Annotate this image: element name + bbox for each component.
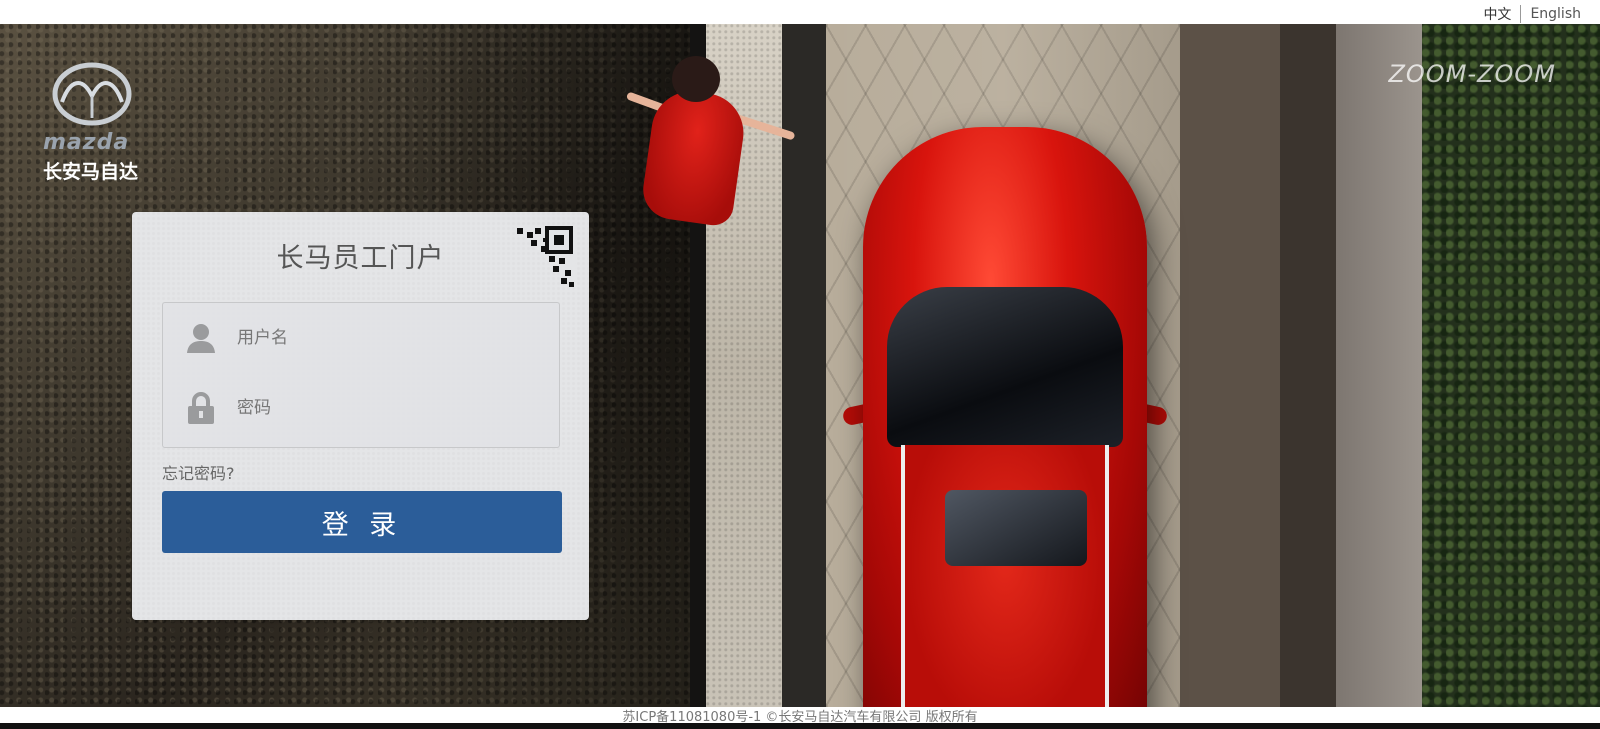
slogan: ZOOM-ZOOM [1388,60,1556,88]
wall [1336,24,1422,707]
top-bar: 中文 English [0,0,1600,24]
username-row [163,303,559,373]
brand-wordmark: mazda [43,130,130,155]
login-button[interactable]: 登 录 [162,491,562,553]
lang-divider [1520,5,1522,23]
language-switcher: 中文 English [1483,4,1581,24]
hedge [1422,24,1600,707]
brand-cn-name: 长安马自达 [43,161,139,183]
woman-hair [672,56,720,102]
road-shade [1180,24,1280,707]
woman-in-red-dress [625,52,796,242]
user-icon [183,320,219,356]
credentials-box [162,302,560,448]
lang-chinese-link[interactable]: 中文 [1483,4,1511,24]
password-input[interactable] [237,393,517,423]
brand-logo: mazda 长安马自达 [38,62,146,184]
paving-strip [782,24,826,707]
username-input[interactable] [237,323,517,353]
mazda-emblem-icon [52,62,132,126]
lock-icon [183,390,219,426]
qr-code-icon[interactable] [513,226,575,288]
car-windshield [887,287,1123,447]
road-edge [1280,24,1336,707]
red-car [841,127,1169,707]
car-sunroof [945,490,1087,566]
forgot-password-link[interactable]: 忘记密码? [162,460,235,484]
login-card: 长马员工门户 用户名 忘记密码? 登 录 [132,212,589,620]
password-row [163,373,559,443]
footer-bar [0,723,1600,729]
car-roof [901,445,1109,707]
lang-english-link[interactable]: English [1530,6,1581,22]
